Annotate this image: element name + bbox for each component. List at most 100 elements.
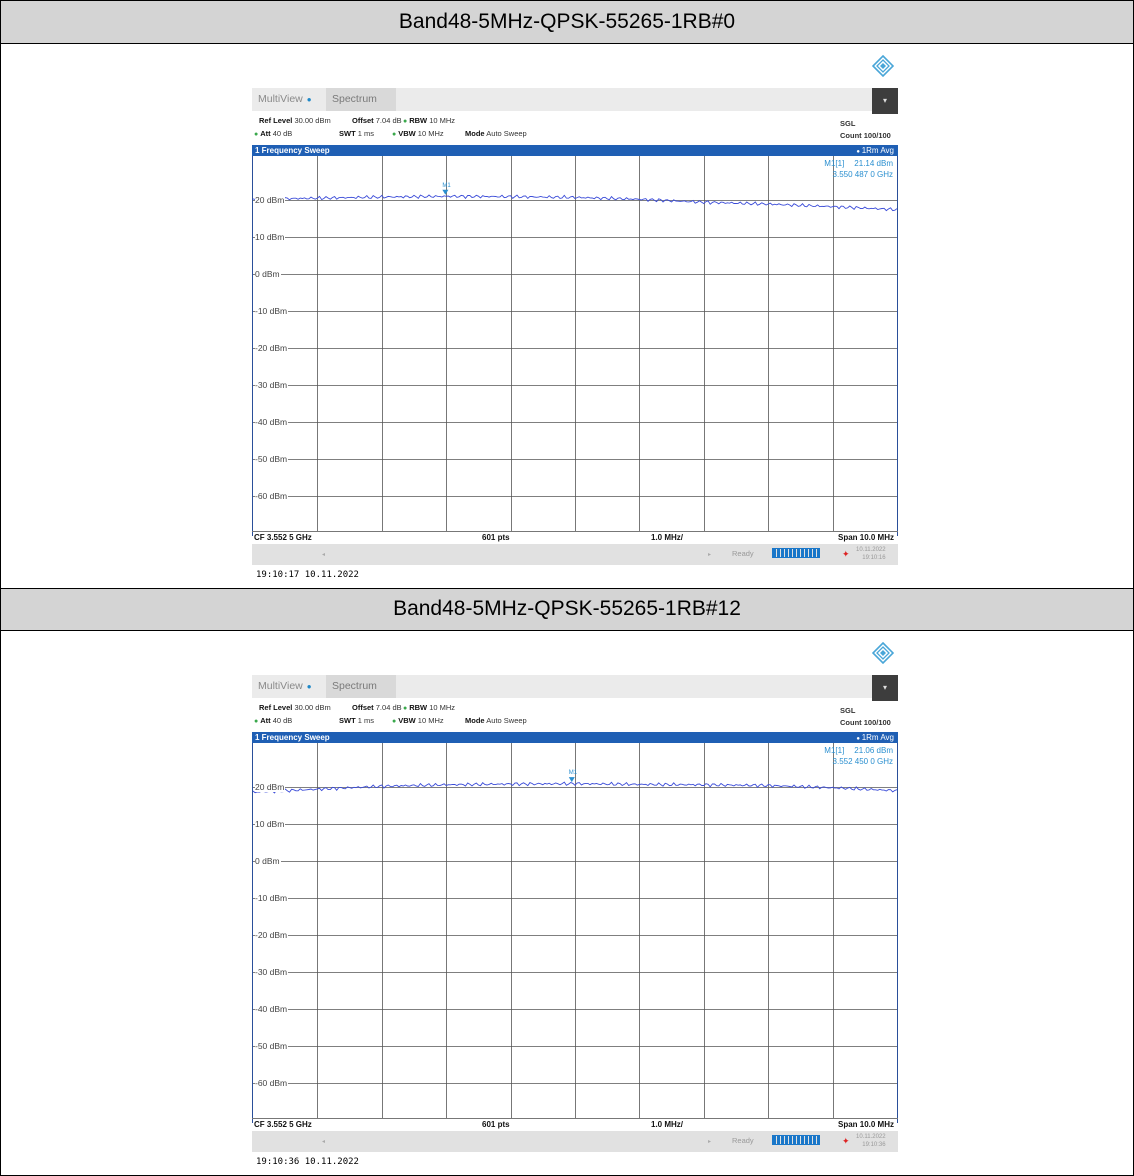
sweep-count: Count 100/100	[840, 131, 891, 140]
param-label: SWT	[339, 129, 356, 138]
param-label: Att	[260, 716, 271, 725]
y-tick-label: -40 dBm	[255, 1003, 289, 1014]
tab-multiview[interactable]: MultiView ●	[252, 88, 326, 111]
scroll-left-icon[interactable]: ◂	[322, 1138, 325, 1145]
sweep-window-header: 1 Frequency Sweep ● 1Rm Avg	[252, 145, 898, 156]
sweep-count: Count 100/100	[840, 718, 891, 727]
param-value: 30.00 dBm	[294, 116, 331, 125]
tab-multiview[interactable]: MultiView ●	[252, 675, 326, 698]
y-tick-label: -50 dBm	[255, 453, 289, 464]
y-tick-label: -20 dBm	[255, 929, 289, 940]
status-bar: ◂ ▸ Ready ✦ 10.11.2022 19:10:36	[252, 1131, 898, 1152]
offset: Offset 7.04 dB	[352, 703, 402, 712]
param-value: 1 ms	[357, 716, 375, 725]
marker-name: M1[1]	[824, 159, 845, 168]
tab-indicator-icon: ●	[306, 682, 312, 691]
marker-name: M1[1]	[824, 746, 845, 755]
tab-spectrum[interactable]: Spectrum	[326, 88, 396, 111]
status-datetime: 10.11.2022 19:10:36	[856, 1133, 886, 1149]
marker-m1-icon[interactable]	[442, 189, 449, 195]
y-tick-label: 0 dBm	[255, 855, 281, 866]
marker-readout: M1[1] 21.14 dBm 3.550 487 0 GHz	[824, 159, 893, 179]
status-time: 19:10:16	[862, 555, 886, 561]
panel-title: Band48-5MHz-QPSK-55265-1RB#0	[1, 1, 1133, 44]
marker-m1-icon[interactable]	[568, 777, 575, 783]
y-tick-label: -50 dBm	[255, 1040, 289, 1051]
trace-mode-label: 1Rm Avg	[861, 146, 894, 155]
capture-timestamp: 19:10:17 10.11.2022	[256, 570, 359, 580]
rbw: ● RBW 10 MHz	[403, 703, 455, 712]
plot-frame: M1 20 dBm 10 dBm 0 dBm -10 dBm -20 dBm -30 dBm…	[252, 743, 898, 1123]
param-value: Auto Sweep	[486, 716, 527, 725]
status-bar: ◂ ▸ Ready ✦ 10.11.2022 19:10:16	[252, 544, 898, 565]
swt: SWT 1 ms	[339, 129, 374, 138]
span: Span 10.0 MHz	[837, 533, 894, 542]
param-value: 10 MHz	[429, 703, 456, 712]
tab-spectrum[interactable]: Spectrum	[326, 675, 396, 698]
sgl-indicator: SGL	[840, 119, 856, 128]
status-ready: Ready	[732, 549, 754, 558]
panel-content: MultiView ● Spectrum ▾ Ref Level 30.00 dBm Of…	[1, 45, 1133, 588]
tab-label: Spectrum	[332, 93, 377, 105]
y-tick-label: 20 dBm	[255, 781, 286, 792]
menu-button[interactable]: ▾	[872, 88, 898, 114]
status-time: 19:10:36	[862, 1142, 886, 1148]
param-label: Ref Level	[259, 703, 293, 712]
ref-level: Ref Level 30.00 dBm	[259, 116, 331, 125]
param-value: 7.04 dB	[375, 703, 402, 712]
param-value: 10 MHz	[417, 129, 444, 138]
sweep-progress-bar	[772, 548, 820, 558]
spectrum-plot: M1 20 dBm 10 dBm 0 dBm -10 dBm -20 dBm -30 dBm…	[253, 743, 897, 1118]
mode: Mode Auto Sweep	[465, 129, 527, 138]
y-tick-label: -10 dBm	[255, 892, 289, 903]
marker-frequency: 3.552 450 0 GHz	[832, 757, 893, 766]
spectrum-svg: M1	[253, 156, 897, 531]
ref-level: Ref Level 30.00 dBm	[259, 703, 331, 712]
scroll-right-icon[interactable]: ▸	[708, 1138, 711, 1145]
sweep-title: 1 Frequency Sweep	[255, 733, 330, 742]
spectrum-analyzer-screen: MultiView ● Spectrum ▾ Ref Level 30.00 dBm Of…	[252, 54, 898, 565]
network-icon: ✦	[842, 549, 850, 559]
param-value: 10 MHz	[429, 116, 456, 125]
sweep-points: 601 pts	[482, 1120, 510, 1129]
param-label: Mode	[465, 129, 485, 138]
sgl-indicator: SGL	[840, 706, 856, 715]
mode: Mode Auto Sweep	[465, 716, 527, 725]
sweep-info-bar: CF 3.552 5 GHz 601 pts 1.0 MHz/Span 10.0 M…	[252, 1118, 898, 1132]
param-label: RBW	[409, 703, 428, 712]
frequency-division: 1.0 MHz/	[651, 1120, 684, 1129]
param-label: Att	[260, 129, 271, 138]
marker-label: M1	[569, 770, 578, 776]
y-tick-label: -60 dBm	[255, 1077, 289, 1088]
param-value: Auto Sweep	[486, 129, 527, 138]
rbw: ● RBW 10 MHz	[403, 116, 455, 125]
status-ready: Ready	[732, 1136, 754, 1145]
tab-label: MultiView	[258, 93, 303, 105]
att: ● Att 40 dB	[254, 716, 292, 725]
scroll-right-icon[interactable]: ▸	[708, 551, 711, 558]
panel-title: Band48-5MHz-QPSK-55265-1RB#12	[1, 588, 1133, 631]
menu-button[interactable]: ▾	[872, 675, 898, 701]
center-frequency: CF 3.552 5 GHz	[254, 1120, 312, 1129]
spectrum-analyzer-screen: MultiView ● Spectrum ▾ Ref Level 30.00 dBm Of…	[252, 641, 898, 1152]
param-label: VBW	[398, 129, 416, 138]
sweep-window-header: 1 Frequency Sweep ● 1Rm Avg	[252, 732, 898, 743]
att: ● Att 40 dB	[254, 129, 292, 138]
status-date: 10.11.2022	[856, 1134, 886, 1140]
marker-level: 21.14 dBm	[854, 159, 893, 168]
brand-logo-icon	[871, 641, 895, 665]
param-label: Mode	[465, 716, 485, 725]
y-tick-label: 10 dBm	[255, 231, 286, 242]
swt: SWT 1 ms	[339, 716, 374, 725]
y-tick-label: 0 dBm	[255, 268, 281, 279]
marker-readout: M1[1] 21.06 dBm 3.552 450 0 GHz	[824, 746, 893, 766]
panel-content: MultiView ● Spectrum ▾ Ref Level 30.00 dBm Of…	[1, 632, 1133, 1175]
frequency-division: 1.0 MHz/	[651, 533, 684, 542]
param-label: Ref Level	[259, 116, 293, 125]
param-value: 7.04 dB	[375, 116, 402, 125]
y-tick-label: -40 dBm	[255, 416, 289, 427]
scroll-left-icon[interactable]: ◂	[322, 551, 325, 558]
y-tick-label: 20 dBm	[255, 194, 286, 205]
tab-label: Spectrum	[332, 680, 377, 692]
marker-label: M1	[442, 183, 451, 189]
